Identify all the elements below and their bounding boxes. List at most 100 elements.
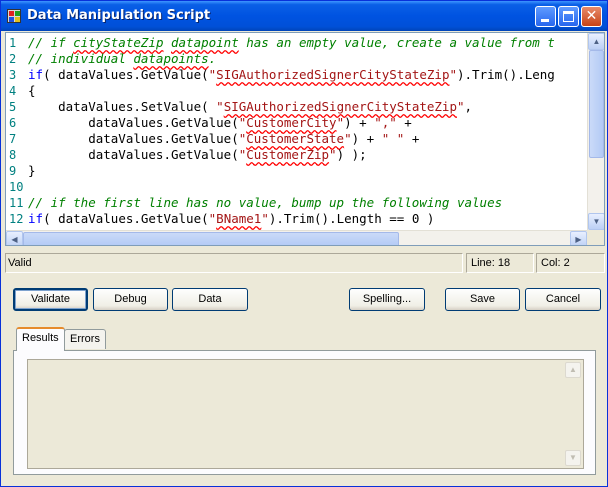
- cancel-button[interactable]: Cancel: [525, 288, 601, 311]
- code-token: {: [28, 83, 36, 98]
- scroll-down-button[interactable]: ▼: [588, 213, 604, 230]
- code-token: ) +: [344, 115, 375, 130]
- scrollbar-corner: [587, 230, 604, 245]
- code-token: ,: [464, 99, 473, 114]
- code-line[interactable]: {: [28, 83, 36, 99]
- vertical-scroll-thumb[interactable]: [589, 50, 604, 158]
- code-token: BName1: [216, 211, 262, 226]
- code-token: // if: [28, 35, 74, 50]
- code-token: CustomerCity: [246, 115, 337, 130]
- arrow-up-icon: ▲: [569, 365, 577, 374]
- line-number-gutter: 1 2 3 4 5 6 7 8 9 10 11 12: [6, 33, 28, 230]
- validate-button[interactable]: Validate: [13, 288, 88, 311]
- code-token: ",": [374, 115, 397, 130]
- code-line[interactable]: // if cityStateZip datapoint has an empt…: [28, 35, 555, 51]
- horizontal-scrollbar[interactable]: ◀ ▶: [6, 230, 587, 245]
- line-number: 7: [9, 132, 17, 146]
- code-token: // if the first line has no value, bump …: [28, 195, 503, 210]
- arrow-down-icon: ▼: [569, 453, 577, 462]
- line-indicator: Line: 18: [466, 253, 534, 273]
- code-token: cityStateZip: [73, 35, 164, 50]
- code-token: datapoint: [171, 35, 239, 50]
- code-line[interactable]: dataValues.GetValue("CustomerCity") + ",…: [28, 115, 412, 131]
- line-number: 3: [9, 68, 17, 82]
- code-token: ": [216, 99, 224, 114]
- code-line[interactable]: // individual datapoints.: [28, 51, 216, 67]
- app-icon[interactable]: [7, 9, 21, 23]
- line-number: 4: [9, 84, 17, 98]
- arrow-right-icon: ▶: [575, 235, 582, 244]
- code-token: CustomerState: [246, 131, 345, 146]
- line-number: 12: [9, 212, 24, 226]
- code-token: has an empty value, create a value from …: [238, 35, 555, 50]
- line-number: 10: [9, 180, 24, 194]
- code-token: ( dataValues.GetValue(: [43, 211, 209, 226]
- code-token: +: [404, 131, 420, 146]
- vertical-scrollbar[interactable]: ▲ ▼: [587, 33, 604, 230]
- code-token: ": [456, 99, 465, 114]
- code-token: +: [396, 115, 412, 130]
- results-scroll-down-button[interactable]: ▼: [565, 450, 581, 466]
- code-token: SIGAuthorizedSignerCityStateZip: [223, 99, 457, 114]
- code-line[interactable]: dataValues.GetValue("CustomerState") + "…: [28, 131, 419, 147]
- code-token: ).Trim().Leng: [457, 67, 555, 82]
- code-token: CustomerZip: [246, 147, 330, 162]
- minimize-button[interactable]: [535, 6, 556, 27]
- results-scrollbar[interactable]: ▲ ▼: [565, 362, 581, 466]
- line-number: 5: [9, 100, 17, 114]
- code-token: ": [329, 147, 337, 162]
- line-number: 6: [9, 116, 17, 130]
- results-output[interactable]: ▲ ▼: [27, 359, 584, 469]
- data-button[interactable]: Data: [172, 288, 248, 311]
- spelling-button[interactable]: Spelling...: [349, 288, 425, 311]
- code-line[interactable]: }: [28, 163, 36, 179]
- code-token: }: [28, 163, 36, 178]
- tab-results[interactable]: Results: [16, 327, 65, 351]
- tab-errors[interactable]: Errors: [64, 329, 106, 349]
- code-token: dataValues.GetValue(: [28, 131, 239, 146]
- validation-status: Valid: [5, 253, 463, 273]
- code-line[interactable]: dataValues.SetValue( "SIGAuthorizedSigne…: [28, 99, 472, 115]
- save-button[interactable]: Save: [445, 288, 520, 311]
- main-window: Data Manipulation Script ✕ 1 2 3 4 5 6 7 8 9 10 11…: [0, 0, 608, 487]
- arrow-up-icon: ▲: [592, 37, 601, 46]
- arrow-left-icon: ◀: [11, 235, 18, 244]
- results-scroll-up-button[interactable]: ▲: [565, 362, 581, 378]
- script-editor[interactable]: 1 2 3 4 5 6 7 8 9 10 11 12 // if cityStateZip datap…: [5, 32, 605, 246]
- horizontal-scroll-thumb[interactable]: [23, 232, 399, 245]
- code-line[interactable]: dataValues.GetValue("CustomerZip") );: [28, 147, 367, 163]
- results-panel: ▲ ▼: [13, 350, 596, 475]
- code-line[interactable]: if( dataValues.GetValue("BName1").Trim()…: [28, 211, 434, 227]
- code-token: dataValues.SetValue(: [28, 99, 217, 114]
- scroll-up-button[interactable]: ▲: [588, 33, 604, 50]
- line-number: 8: [9, 148, 17, 162]
- arrow-down-icon: ▼: [592, 217, 601, 226]
- maximize-button[interactable]: [558, 6, 579, 27]
- maximize-icon: [563, 11, 574, 22]
- column-indicator: Col: 2: [536, 253, 605, 273]
- code-token: ) );: [336, 147, 367, 162]
- line-number: 9: [9, 164, 17, 178]
- line-number: 11: [9, 196, 24, 210]
- minimize-icon: [541, 19, 549, 22]
- code-token: ": [449, 67, 457, 82]
- code-token: ( dataValues.GetValue(: [43, 67, 209, 82]
- debug-button[interactable]: Debug: [93, 288, 168, 311]
- code-token: ": [344, 131, 352, 146]
- scroll-right-button[interactable]: ▶: [570, 231, 587, 245]
- close-button[interactable]: ✕: [581, 6, 602, 27]
- code-token: // individual: [28, 51, 134, 66]
- code-token: dataValues.GetValue(: [28, 115, 239, 130]
- code-area[interactable]: // if cityStateZip datapoint has an empt…: [28, 33, 588, 230]
- code-token: datapoints: [133, 51, 209, 66]
- code-token: if: [28, 67, 44, 82]
- code-token: .: [208, 51, 217, 66]
- scroll-left-button[interactable]: ◀: [6, 231, 23, 245]
- code-line[interactable]: // if the first line has no value, bump …: [28, 195, 502, 211]
- code-line[interactable]: if( dataValues.GetValue("SIGAuthorizedSi…: [28, 67, 555, 83]
- code-token: ).Trim().Length == 0 ): [268, 211, 435, 226]
- title-bar[interactable]: Data Manipulation Script ✕: [1, 1, 607, 31]
- code-token: dataValues.GetValue(: [28, 147, 239, 162]
- code-token: ) +: [351, 131, 382, 146]
